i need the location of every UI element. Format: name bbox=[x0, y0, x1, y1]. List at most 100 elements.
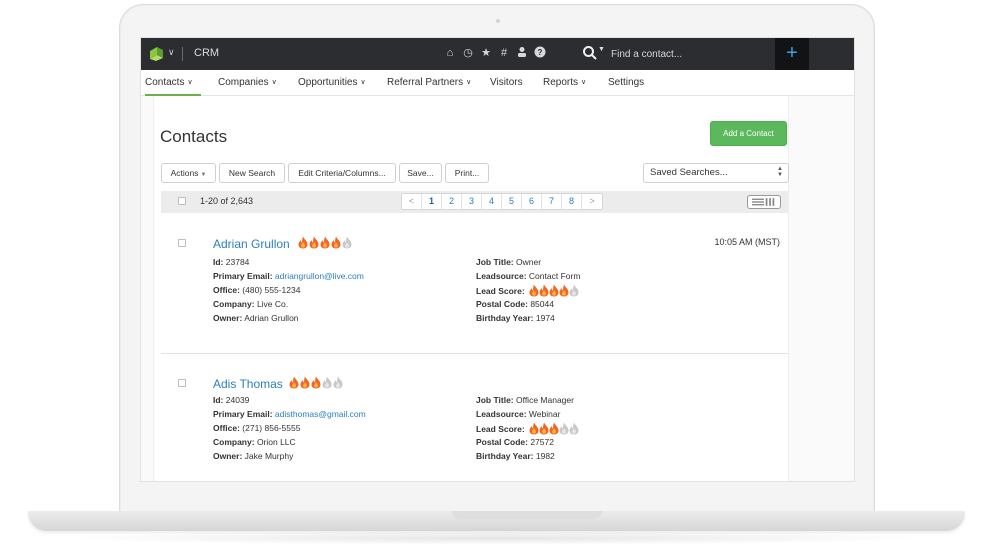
pagination-page[interactable]: 3 bbox=[462, 194, 482, 209]
contact-name-link[interactable]: Adrian Grullon bbox=[213, 237, 290, 251]
field-value: 24039 bbox=[225, 395, 250, 405]
chevron-down-icon: ∨ bbox=[581, 79, 587, 86]
record-checkbox[interactable] bbox=[178, 379, 186, 387]
field-label: Birthday Year: bbox=[476, 313, 534, 323]
history-icon[interactable]: ◷ bbox=[461, 46, 475, 60]
actions-button[interactable]: Actions ▼ bbox=[161, 163, 216, 183]
select-arrows-icon: ▲ ▼ bbox=[777, 166, 783, 178]
field-value: 1974 bbox=[535, 313, 555, 323]
field-label: Owner: bbox=[213, 313, 243, 323]
flame-icon-active bbox=[549, 422, 559, 435]
nav-contacts[interactable]: Contacts ∨ bbox=[145, 77, 193, 88]
user-icon[interactable] bbox=[515, 46, 529, 62]
field-job-title: Job Title: Office Manager bbox=[476, 395, 574, 405]
flame-icon-active bbox=[529, 284, 539, 297]
nav-referral-partners[interactable]: Referral Partners ∨ bbox=[387, 77, 471, 88]
add-contact-button[interactable]: Add a Contact bbox=[710, 121, 787, 146]
field-value: Contact Form bbox=[528, 271, 581, 281]
pagination-page[interactable]: 5 bbox=[502, 194, 522, 209]
new-search-button[interactable]: New Search bbox=[219, 163, 285, 183]
field-value: Jake Murphy bbox=[244, 451, 294, 461]
pagination-page[interactable]: 1 bbox=[422, 194, 442, 209]
saved-searches-select[interactable]: Saved Searches... ▲ ▼ bbox=[643, 163, 789, 183]
app-topbar: ∨ CRM ⌂ ◷ ★ # ? ▼ + bbox=[141, 38, 854, 70]
search-input[interactable] bbox=[611, 46, 761, 62]
view-toggle-icon[interactable] bbox=[747, 195, 781, 209]
page-title: Contacts bbox=[160, 127, 228, 146]
nav-settings[interactable]: Settings bbox=[608, 77, 644, 88]
pagination-page[interactable]: 8 bbox=[562, 194, 582, 209]
edit-criteria-button[interactable]: Edit Criteria/Columns... bbox=[288, 163, 396, 183]
nav-label: Opportunities bbox=[298, 77, 358, 88]
field-value: (480) 555-1234 bbox=[242, 285, 301, 295]
pagination-page[interactable]: 7 bbox=[542, 194, 562, 209]
field-value: Live Co. bbox=[256, 299, 289, 309]
email-link[interactable]: adisthomas@gmail.com bbox=[275, 409, 366, 419]
topbar-divider bbox=[182, 47, 183, 61]
pagination-page[interactable]: 4 bbox=[482, 194, 502, 209]
app-switcher-chevron-icon[interactable]: ∨ bbox=[168, 47, 175, 58]
nav-visitors[interactable]: Visitors bbox=[490, 77, 523, 88]
record-time: 10:05 AM (MST) bbox=[714, 237, 780, 247]
pagination: < 1 2 3 4 5 6 7 8 > bbox=[401, 193, 603, 210]
field-postal-code: Postal Code: 85044 bbox=[476, 299, 554, 309]
field-label: Office: bbox=[213, 285, 240, 295]
field-label: Postal Code: bbox=[476, 299, 528, 309]
field-value: 1982 bbox=[535, 451, 555, 461]
record-checkbox[interactable] bbox=[178, 239, 186, 247]
field-owner: Owner: Adrian Grullon bbox=[213, 313, 299, 323]
nav-opportunities[interactable]: Opportunities ∨ bbox=[298, 77, 366, 88]
print-button[interactable]: Print... bbox=[445, 163, 489, 183]
lead-score-flames bbox=[289, 376, 343, 390]
contact-name-link[interactable]: Adis Thomas bbox=[213, 377, 283, 391]
field-birthday-year: Birthday Year: 1974 bbox=[476, 313, 555, 323]
flame-icon-active bbox=[549, 284, 559, 297]
hashtag-icon[interactable]: # bbox=[497, 46, 511, 60]
select-all-checkbox[interactable] bbox=[178, 197, 186, 205]
field-leadsource: Leadsource: Webinar bbox=[476, 409, 560, 419]
saved-searches-label: Saved Searches... bbox=[650, 167, 728, 178]
pagination-next[interactable]: > bbox=[582, 194, 602, 209]
field-lead-score: Lead Score: bbox=[476, 284, 579, 297]
flame-icon-inactive bbox=[559, 422, 569, 435]
app-logo-icon[interactable] bbox=[150, 47, 163, 61]
quick-add-button[interactable]: + bbox=[775, 38, 809, 70]
flame-icon-active bbox=[529, 422, 539, 435]
field-company: Company: Live Co. bbox=[213, 299, 288, 309]
search-icon[interactable] bbox=[582, 45, 598, 61]
save-button[interactable]: Save... bbox=[399, 163, 442, 183]
flame-icon-inactive bbox=[342, 236, 352, 249]
home-icon[interactable]: ⌂ bbox=[443, 46, 457, 60]
flame-icon-inactive bbox=[333, 376, 343, 389]
nav-reports[interactable]: Reports ∨ bbox=[543, 77, 586, 88]
contact-record: Adis Thomas Id: 24039 Primary Email: adi… bbox=[161, 354, 788, 481]
flame-icon-active bbox=[331, 236, 341, 249]
field-label: Company: bbox=[213, 437, 255, 447]
help-icon[interactable]: ? bbox=[533, 46, 547, 62]
screen: ∨ CRM ⌂ ◷ ★ # ? ▼ + Contacts∨ Companies∨… bbox=[140, 37, 855, 482]
nav-label: Settings bbox=[608, 77, 645, 88]
field-value: Webinar bbox=[528, 409, 561, 419]
chevron-down-icon: ∨ bbox=[271, 79, 277, 86]
field-label: Leadsource: bbox=[476, 271, 527, 281]
chevron-down-icon: ∨ bbox=[466, 79, 472, 86]
search-scope-chevron-icon[interactable]: ▼ bbox=[598, 46, 605, 53]
flame-icon-inactive bbox=[569, 422, 579, 435]
camera-dot bbox=[496, 19, 500, 23]
email-link[interactable]: adriangrullon@live.com bbox=[275, 271, 364, 281]
nav-companies[interactable]: Companies ∨ bbox=[218, 77, 277, 88]
pagination-prev[interactable]: < bbox=[402, 194, 422, 209]
pagination-page[interactable]: 6 bbox=[522, 194, 542, 209]
contact-record: Adrian Grullon 10:05 AM (MST) Id: 23784 … bbox=[161, 214, 788, 353]
field-email: Primary Email: adriangrullon@live.com bbox=[213, 271, 364, 281]
pagination-page[interactable]: 2 bbox=[442, 194, 462, 209]
field-label: Owner: bbox=[213, 451, 243, 461]
nav-label: Visitors bbox=[490, 77, 523, 88]
chevron-down-icon: ∨ bbox=[187, 79, 193, 86]
field-label: Birthday Year: bbox=[476, 451, 534, 461]
field-postal-code: Postal Code: 27572 bbox=[476, 437, 554, 447]
star-icon[interactable]: ★ bbox=[479, 46, 493, 60]
field-value: Office Manager bbox=[516, 395, 574, 405]
field-value: (271) 856-5555 bbox=[242, 423, 301, 433]
field-value: 85044 bbox=[530, 299, 554, 309]
